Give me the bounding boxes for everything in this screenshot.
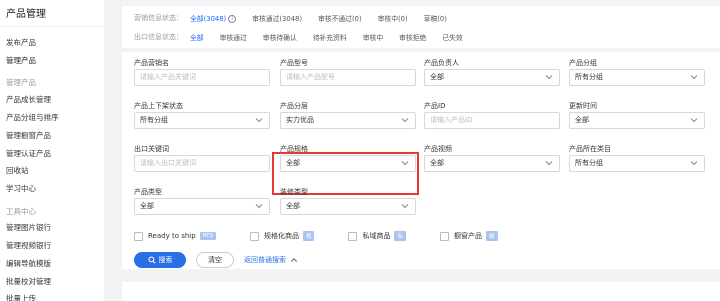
sidebar-item-batch-proofread[interactable]: 批量校对管理 [6,276,51,287]
export-status-all[interactable]: 全部 [190,32,204,42]
field-update-time: 更新时间 全部 [569,100,705,129]
sidebar: 产品管理 发布产品 管理产品 管理产品 产品成长管理 产品分组与排序 管理橱窗产… [0,0,104,301]
category-select[interactable]: 所有分组 [569,155,705,172]
field-model: 产品型号 请输入产品型号 [280,57,416,86]
chevron-down-icon [545,75,553,80]
export-status-expired[interactable]: 已失效 [442,32,462,42]
checkbox-private-product[interactable]: 私域商品 私 [348,231,406,241]
export-keyword-input[interactable]: 请输入出口关键词 [134,155,270,172]
chevron-down-icon [401,161,409,166]
chevron-down-icon [401,204,409,209]
video-select[interactable]: 全部 [424,155,560,172]
rts-tag: RTS [199,232,216,240]
group-select[interactable]: 所有分组 [569,69,705,86]
model-input[interactable]: 请输入产品型号 [280,69,416,86]
field-export-keyword: 出口关键词 请输入出口关键词 [134,143,270,172]
sidebar-item-manage-products[interactable]: 管理产品 [6,55,36,66]
main-content: 营销信息状态： 全部(3048) i 审核通过(3048) 审核不通过(0) 审核… [122,0,720,301]
checkbox-box[interactable] [440,231,449,241]
export-status-approved[interactable]: 审核通过 [220,32,247,42]
export-status-row: 出口信息状态： 全部 审核通过 审核待确认 待补充资料 审核中 审核拒绝 已失效 [134,32,479,42]
sidebar-item-recycle-bin[interactable]: 回收站 [6,165,29,176]
back-to-normal-search-link[interactable]: 返回普通搜索 [244,255,298,265]
reset-button[interactable]: 清空 [196,252,234,268]
marketing-status-reviewing[interactable]: 审核中(0) [378,13,408,23]
chevron-down-icon [690,118,698,123]
spec-tag: 规 [302,231,315,241]
chevron-down-icon [545,161,553,166]
sidebar-item-showcase[interactable]: 管理橱窗产品 [6,130,51,141]
results-card [122,282,720,301]
field-product-id: 产品ID 请输入产品ID [424,100,560,129]
export-status-reviewing[interactable]: 审核中 [363,32,383,42]
marketing-name-input[interactable]: 请输入产品关键词 [134,69,270,86]
info-icon: i [228,15,237,23]
export-status-rejected[interactable]: 审核拒绝 [399,32,426,42]
sidebar-section-manage: 管理产品 [6,78,36,87]
field-owner: 产品负责人 全部 [424,57,560,86]
product-id-input[interactable]: 请输入产品ID [424,112,560,129]
export-status-need-info[interactable]: 待补充资料 [313,32,347,42]
field-video: 产品视频 全部 [424,143,560,172]
sidebar-item-video-bank[interactable]: 管理视频银行 [6,240,51,251]
chevron-up-icon [290,258,298,262]
chevron-down-icon [255,204,263,209]
field-marketing-name: 产品营销名 请输入产品关键词 [134,57,270,86]
marketing-status-draft[interactable]: 草稿(0) [424,13,447,23]
product-tier-select[interactable]: 实力优品 [280,112,416,129]
field-spec: 产品规格 全部 [280,143,416,172]
sidebar-item-image-bank[interactable]: 管理图片银行 [6,222,51,233]
marketing-status-row: 营销信息状态： 全部(3048) i 审核通过(3048) 审核不通过(0) 审核… [134,13,463,23]
sidebar-item-learning[interactable]: 学习中心 [6,183,36,194]
sidebar-item-publish-product[interactable]: 发布产品 [6,37,36,48]
marketing-status-label: 营销信息状态： [134,14,183,22]
spec-select[interactable]: 全部 [280,155,416,172]
marketing-status-rejected[interactable]: 审核不通过(0) [318,13,362,23]
showcase-tag: 橱 [486,231,498,241]
sidebar-divider [0,26,104,27]
checkbox-box[interactable] [249,231,259,241]
field-decoration-type: 装修类型 全部 [280,186,416,215]
status-filter-card: 营销信息状态： 全部(3048) i 审核通过(3048) 审核不通过(0) 审核… [122,6,720,48]
update-time-select[interactable]: 全部 [569,112,705,129]
decoration-type-select[interactable]: 全部 [280,198,416,215]
checkbox-box[interactable] [348,231,358,241]
search-button[interactable]: 搜索 [134,252,186,268]
sidebar-item-growth[interactable]: 产品成长管理 [6,94,51,105]
sidebar-item-batch-upload[interactable]: 批量上传 [6,293,36,301]
field-group: 产品分组 所有分组 [569,57,705,86]
checkbox-ready-to-ship[interactable]: Ready to ship RTS [134,231,216,241]
field-product-tier: 产品分层 实力优品 [280,100,416,129]
checkbox-showcase-product[interactable]: 橱窗产品 橱 [440,231,498,241]
search-icon [147,256,156,264]
checkbox-box[interactable] [134,231,143,241]
sidebar-item-certified[interactable]: 管理认证产品 [6,148,51,159]
field-product-type: 产品类型 全部 [134,186,270,215]
chevron-down-icon [255,118,263,123]
sidebar-section-tools: 工具中心 [6,207,36,216]
field-category: 产品所在类目 所有分组 [569,143,705,172]
sidebar-title: 产品管理 [6,9,46,20]
chevron-down-icon [690,75,698,80]
checkbox-row: Ready to ship RTS 规格化商品 规 私域商品 私 橱窗产品 橱 [134,231,516,241]
marketing-status-all[interactable]: 全部(3048) i [190,13,237,23]
action-row: 搜索 清空 返回普通搜索 [134,252,298,268]
field-listing-status: 产品上下架状态 所有分组 [134,100,270,129]
sidebar-item-grouping[interactable]: 产品分组与排序 [6,112,59,123]
listing-status-select[interactable]: 所有分组 [134,112,270,129]
private-tag: 私 [394,231,406,241]
sidebar-item-nav-template[interactable]: 编辑导航模版 [6,258,51,269]
checkbox-spec-product[interactable]: 规格化商品 规 [249,231,315,241]
marketing-status-approved[interactable]: 审核通过(3048) [252,13,302,23]
chevron-down-icon [401,118,409,123]
chevron-down-icon [690,161,698,166]
product-type-select[interactable]: 全部 [134,198,270,215]
export-status-pending-confirm[interactable]: 审核待确认 [263,32,297,42]
export-status-label: 出口信息状态： [134,33,183,41]
owner-select[interactable]: 全部 [424,69,560,86]
